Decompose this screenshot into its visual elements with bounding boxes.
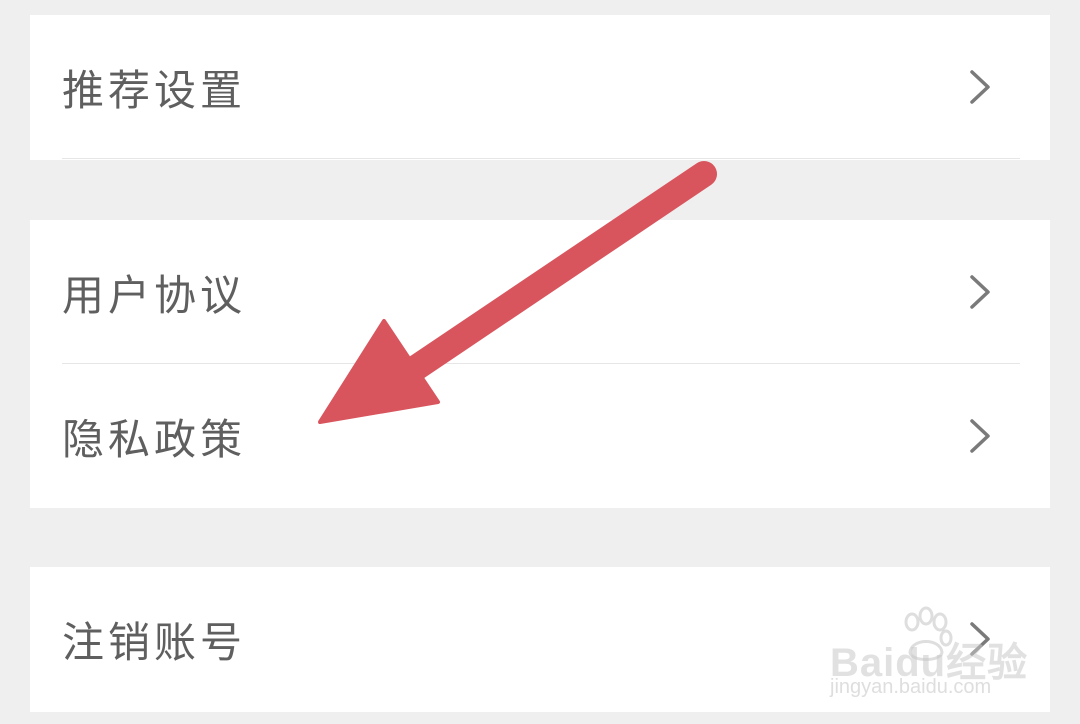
chevron-right-icon: [960, 416, 1000, 456]
settings-group-legal: 用户协议 隐私政策: [30, 220, 1050, 508]
settings-item-privacy-policy[interactable]: 隐私政策: [30, 364, 1050, 508]
settings-item-label: 隐私政策: [62, 414, 247, 464]
settings-page: 推荐设置 用户协议 隐私政策 注销账号 Baidu经验 jingyan.baid…: [0, 0, 1080, 724]
settings-item-user-agreement[interactable]: 用户协议: [30, 220, 1050, 364]
settings-item-label: 用户协议: [62, 270, 247, 320]
settings-group-recommend: 推荐设置: [30, 15, 1050, 160]
divider: [62, 158, 1020, 159]
settings-item-label: 推荐设置: [62, 65, 247, 115]
settings-item-label: 注销账号: [62, 617, 247, 667]
settings-group-account: 注销账号: [30, 567, 1050, 712]
chevron-right-icon: [960, 272, 1000, 312]
settings-item-delete-account[interactable]: 注销账号: [30, 567, 1050, 711]
chevron-right-icon: [960, 619, 1000, 659]
settings-item-recommend[interactable]: 推荐设置: [30, 15, 1050, 159]
chevron-right-icon: [960, 67, 1000, 107]
